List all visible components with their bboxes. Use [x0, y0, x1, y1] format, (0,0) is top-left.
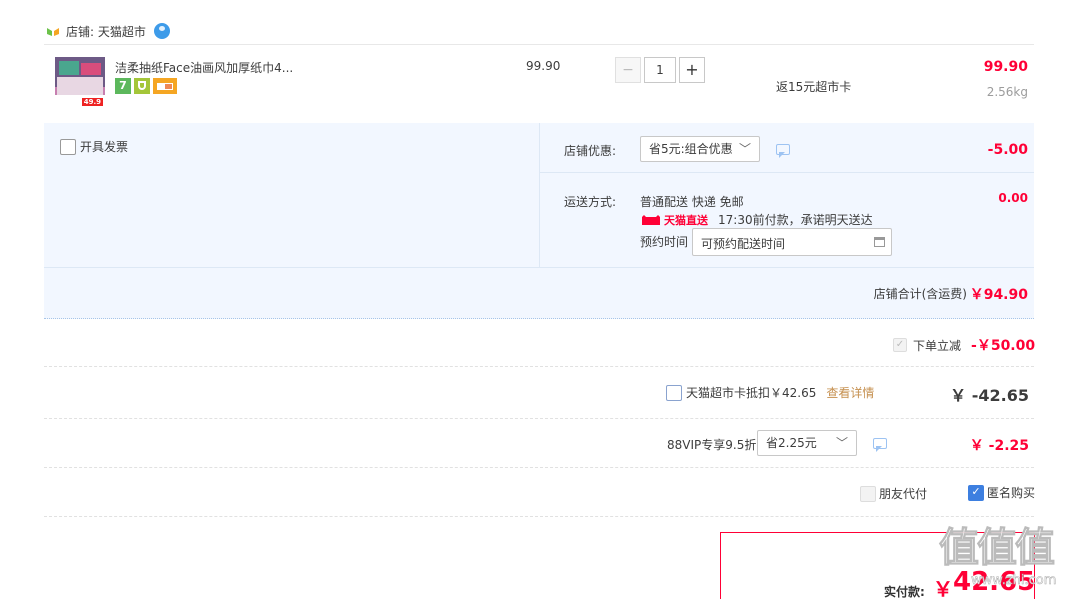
shop-icon: [46, 26, 60, 36]
friend-pay-option[interactable]: 朋友代付: [860, 485, 927, 502]
market-card-label: 天猫超市卡抵扣￥42.65: [686, 386, 817, 400]
service-badges: 7: [115, 78, 177, 94]
market-card-details-link[interactable]: 查看详情: [826, 384, 874, 401]
credit-card-icon[interactable]: [153, 78, 177, 94]
unit-price: 99.90: [526, 59, 561, 73]
instant-discount-checkbox: ✓: [893, 338, 907, 352]
shop-total-amount: ￥94.90: [969, 287, 1028, 303]
friend-pay-checkbox[interactable]: [860, 485, 876, 502]
friend-pay-label: 朋友代付: [879, 487, 928, 501]
quantity-plus-button[interactable]: +: [679, 57, 705, 83]
product-title[interactable]: 洁柔抽纸Face油画风加厚纸巾4...: [115, 59, 293, 76]
shipping-method: 普通配送 快递 免邮: [640, 195, 744, 209]
market-card-checkbox[interactable]: [666, 384, 682, 401]
shop-discount-value: 省5元:组合优惠: [649, 142, 733, 156]
market-card-amount: ￥ -42.65: [950, 386, 1029, 405]
schedule-value: 可预约配送时间: [701, 237, 786, 251]
guarantee-icon[interactable]: [134, 78, 150, 94]
instant-discount-amount: -￥50.00: [971, 338, 1036, 354]
item-total: 99.90: [983, 59, 1028, 75]
chevron-down-icon: ﹀: [835, 436, 848, 450]
product-thumbnail[interactable]: 49.9: [55, 57, 105, 107]
invoice-checkbox[interactable]: [60, 138, 76, 155]
market-card-row: 天猫超市卡抵扣￥42.65 查看详情: [666, 384, 874, 401]
invoice-label: 开具发票: [80, 140, 129, 154]
instant-discount-row: ✓ 下单立减 -￥50.00: [893, 335, 1035, 355]
schedule-select[interactable]: 可预约配送时间: [692, 228, 892, 256]
item-weight: 2.56kg: [986, 85, 1028, 99]
summary-currency: ￥: [933, 577, 953, 599]
summary-label: 实付款:: [884, 585, 925, 599]
wangwang-chat-icon[interactable]: [153, 23, 170, 39]
message-icon[interactable]: [776, 144, 790, 158]
item-row: 49.9 洁柔抽纸Face油画风加厚纸巾4... 7 99.90 − 1 + 返…: [44, 44, 1034, 122]
shop-discount-amount: -5.00: [987, 142, 1028, 158]
vip-label: 88VIP专享9.5折: [667, 438, 757, 452]
anonymous-checkbox[interactable]: ✓: [968, 484, 984, 501]
chevron-down-icon: ﹀: [738, 142, 751, 156]
anonymous-label: 匿名购买: [987, 486, 1036, 500]
instant-discount-label: 下单立减: [913, 338, 962, 353]
shipping-label: 运送方式:: [564, 195, 617, 209]
shop-name[interactable]: 店铺: 天猫超市: [66, 23, 146, 40]
thumbnail-price: 49.9: [81, 98, 103, 106]
vip-amount: ￥ -2.25: [969, 438, 1029, 454]
quantity-input[interactable]: 1: [644, 57, 676, 83]
promo-text: 返15元超市卡: [776, 80, 852, 94]
shop-total-label: 店铺合计(含运费): [873, 287, 967, 301]
delivery-promise: 17:30前付款，承诺明天送达: [718, 213, 873, 227]
summary-amount: 42.65: [953, 567, 1036, 597]
vip-value: 省2.25元: [766, 436, 817, 450]
shop-header: 店铺: 天猫超市: [46, 22, 170, 40]
order-options-panel: 开具发票 店铺优惠: 省5元:组合优惠 ﹀ -5.00 运送方式: 普通配送 快…: [44, 123, 1034, 319]
tmall-cat-icon: [640, 214, 662, 226]
calendar-icon: [874, 237, 885, 247]
tmall-direct-row: 天猫直送 17:30前付款，承诺明天送达: [640, 211, 873, 228]
shipping-amount: 0.00: [998, 191, 1028, 205]
quantity-stepper: − 1 +: [615, 57, 705, 83]
anonymous-option[interactable]: ✓ 匿名购买: [968, 484, 1035, 501]
shop-discount-select[interactable]: 省5元:组合优惠 ﹀: [640, 136, 760, 162]
message-icon[interactable]: [873, 438, 887, 452]
invoice-option[interactable]: 开具发票: [60, 138, 128, 155]
quantity-minus-button[interactable]: −: [615, 57, 641, 83]
schedule-label: 预约时间: [640, 235, 689, 249]
payment-summary-box: 实付款: ￥ 42.65: [720, 532, 1035, 599]
vip-select[interactable]: 省2.25元 ﹀: [757, 430, 857, 456]
shop-discount-label: 店铺优惠:: [564, 144, 617, 158]
seven-day-return-icon[interactable]: 7: [115, 78, 131, 94]
tmall-direct-label: 天猫直送: [664, 213, 708, 227]
